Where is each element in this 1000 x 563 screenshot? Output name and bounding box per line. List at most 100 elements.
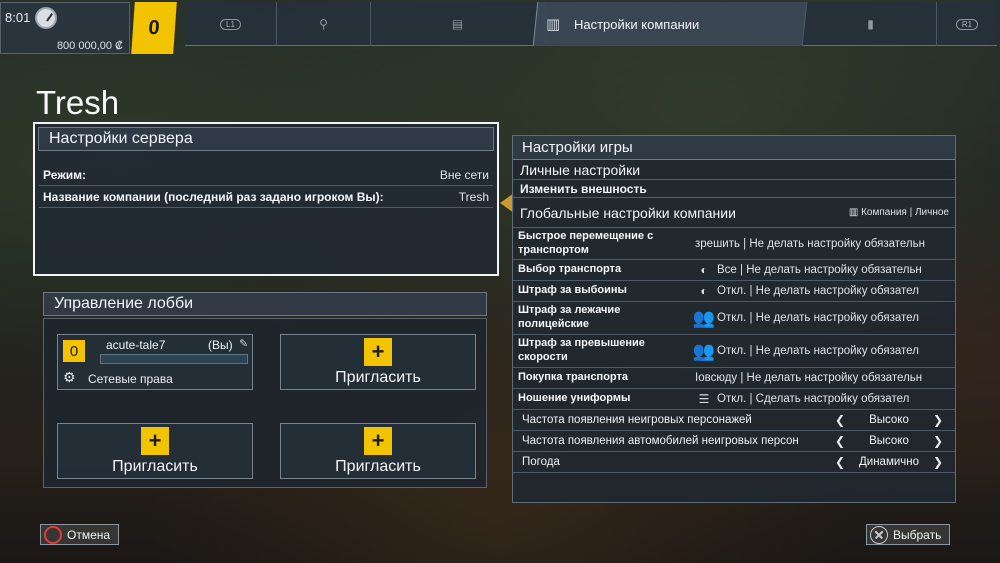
global-settings-header: Глобальные настройки компании ▥ Компания… <box>513 198 955 228</box>
player-rank-badge: 0 <box>63 340 85 362</box>
game-settings-title: Настройки игры <box>513 136 955 160</box>
toggle-icon: ◐ <box>700 263 708 277</box>
chevron-right-icon[interactable]: ❯ <box>930 434 946 448</box>
invite-slot-2[interactable]: + Пригласить <box>57 423 253 479</box>
plus-icon: + <box>141 426 169 455</box>
tab-company-settings[interactable]: ▥ Настройки компании <box>532 2 808 46</box>
main-navigation: L1 ⚲ ▤ ▥ Настройки компании ▮ R1 <box>185 2 997 46</box>
player-name: acute-tale7 <box>106 338 166 352</box>
global-legend-text: Компания | Личное <box>861 207 949 218</box>
rank-badge: 0 <box>131 2 177 54</box>
selector-label: Частота появления неигровых персонажей <box>522 414 752 426</box>
game-settings-panel: Настройки игры Личные настройки Изменить… <box>512 135 956 503</box>
global-settings-legend: ▥ Компания | Личное <box>849 207 949 218</box>
setting-row-uniform[interactable]: Ношение униформы ☰ Откл. | Сделать настр… <box>513 389 955 410</box>
users-icon: 👥 <box>692 340 716 361</box>
setting-value: Откл. | Не делать настройку обязател <box>717 345 919 357</box>
nav-l1-button[interactable]: L1 <box>185 2 277 46</box>
selector-label: Погода <box>522 456 560 468</box>
cross-button-icon <box>870 525 888 544</box>
setting-value: зрешить | Не делать настройку обязательн <box>695 237 925 250</box>
setting-label: Быстрое перемещение с транспортом <box>518 229 654 256</box>
selector-label: Частота появления автомобилей неигровых … <box>522 435 799 447</box>
cancel-button[interactable]: Отмена <box>40 524 120 545</box>
chevron-right-icon[interactable]: ❯ <box>930 455 946 469</box>
setting-value: Откл. | Сделать настройку обязател <box>717 393 910 405</box>
lobby-title: Управление лобби <box>43 292 487 316</box>
chevron-left-icon[interactable]: ❮ <box>832 413 848 427</box>
setting-label: Штраф за выбоины <box>518 284 627 297</box>
company-name-label: Название компании (последний раз задано … <box>43 189 384 204</box>
toggle-icon: ◐ <box>700 284 708 298</box>
company-building-icon: ▥ <box>848 207 859 218</box>
top-bar: 8:01 800 000,00 ₡ 0 L1 ⚲ ▤ ▥ Настройки к… <box>0 0 1000 54</box>
network-rights-label: Сетевые права <box>88 372 173 386</box>
invite-label: Пригласить <box>335 368 421 386</box>
company-name-row[interactable]: Название компании (последний раз задано … <box>39 186 493 208</box>
selector-row-npc-frequency[interactable]: Частота появления неигровых персонажей ❮… <box>513 410 955 431</box>
garage-icon: ▤ <box>451 17 464 31</box>
r1-button-tag: R1 <box>955 18 979 30</box>
setting-row-vehicle-choice[interactable]: Выбор транспорта ◐ Все | Не делать настр… <box>513 260 955 281</box>
server-settings-panel[interactable]: Настройки сервера Режим: Вне сети Назван… <box>33 122 499 276</box>
setting-value: Откл. | Не делать настройку обязател <box>717 312 919 324</box>
money-balance: 800 000,00 ₡ <box>56 40 123 52</box>
nav-r1-button[interactable]: R1 <box>937 2 997 46</box>
setting-row-fast-travel[interactable]: Быстрое перемещение с транспортом зрешит… <box>513 228 955 260</box>
setting-label: Выбор транспорта <box>518 263 622 276</box>
change-appearance-item[interactable]: Изменить внешность <box>513 180 955 198</box>
server-mode-value: Вне сети <box>439 167 489 182</box>
setting-row-speedbump-fine[interactable]: Штраф за лежачие полицейские 👥 Откл. | Н… <box>513 302 955 335</box>
setting-row-pothole-fine[interactable]: Штраф за выбоины ◐ Откл. | Не делать нас… <box>513 281 955 302</box>
chevron-right-icon[interactable]: ❯ <box>930 413 946 427</box>
setting-value: Откл. | Не делать настройку обязател <box>717 285 919 297</box>
nav-garage-tab[interactable]: ▤ <box>371 2 545 46</box>
chevron-left-icon[interactable]: ❮ <box>832 455 848 469</box>
gears-icon: ⚙ <box>63 369 76 385</box>
map-pin-icon: ⚲ <box>319 17 328 31</box>
speedometer-icon <box>35 7 57 29</box>
player-progress-bar <box>100 354 248 364</box>
nav-map-tab[interactable]: ⚲ <box>277 2 371 46</box>
plus-icon: + <box>364 426 392 455</box>
users-icon: 👥 <box>692 307 716 328</box>
selector-row-npc-cars-frequency[interactable]: Частота появления автомобилей неигровых … <box>513 431 955 452</box>
setting-label: Штраф за лежачие полицейские <box>518 304 621 330</box>
nav-stats-tab[interactable]: ▮ <box>805 2 937 46</box>
invite-label: Пригласить <box>112 457 198 475</box>
invite-slot-1[interactable]: + Пригласить <box>280 334 476 390</box>
player-slot[interactable]: 0 acute-tale7 (Вы) ✎ ⚙ Сетевые права <box>57 334 253 390</box>
setting-row-vehicle-purchase[interactable]: Покупка транспорта Іовсюду | Не делать н… <box>513 368 955 389</box>
l1-button-tag: L1 <box>220 18 241 30</box>
invite-label: Пригласить <box>335 457 421 475</box>
selector-value: Динамично <box>858 456 920 468</box>
stats-chart-icon: ▮ <box>867 17 874 31</box>
player-you-label: (Вы) <box>208 338 233 352</box>
invite-slot-3[interactable]: + Пригласить <box>280 423 476 479</box>
page-title: Tresh <box>36 84 120 121</box>
cancel-label: Отмена <box>67 527 111 542</box>
personal-settings-header: Личные настройки <box>513 160 955 180</box>
status-box: 8:01 800 000,00 ₡ <box>0 2 130 54</box>
setting-label: Покупка транспорта <box>518 371 628 384</box>
setting-value: Все | Не делать настройку обязательн <box>717 264 922 276</box>
setting-row-speeding-fine[interactable]: Штраф за превышение скорости 👥 Откл. | Н… <box>513 335 955 368</box>
company-building-icon: ▥ <box>546 16 561 33</box>
circle-button-icon <box>44 525 62 544</box>
setting-label: Ношение униформы <box>518 392 631 405</box>
select-button[interactable]: Выбрать <box>866 524 951 545</box>
server-mode-label: Режим: <box>43 167 86 182</box>
plus-icon: + <box>364 337 392 366</box>
lobby-panel: 0 acute-tale7 (Вы) ✎ ⚙ Сетевые права + П… <box>43 318 487 488</box>
chevron-left-icon[interactable]: ❮ <box>832 434 848 448</box>
document-list-icon: ☰ <box>698 392 710 406</box>
server-settings-title: Настройки сервера <box>38 127 494 151</box>
company-name-value: Tresh <box>458 189 489 204</box>
tab-company-settings-label: Настройки компании <box>574 16 700 32</box>
global-settings-title: Глобальные настройки компании <box>520 204 736 221</box>
server-mode-row[interactable]: Режим: Вне сети <box>39 164 493 186</box>
clock-time: 8:01 <box>5 10 31 25</box>
pin-icon: ✎ <box>239 338 249 350</box>
selector-row-weather[interactable]: Погода ❮ Динамично ❯ <box>513 452 955 473</box>
select-label: Выбрать <box>893 527 942 542</box>
